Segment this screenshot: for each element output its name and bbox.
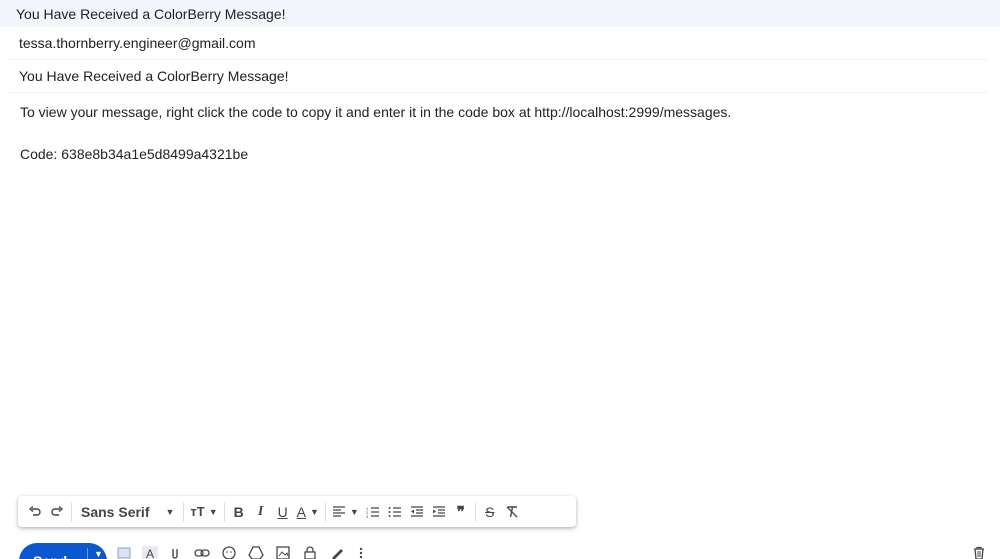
body-blank-line [20,122,980,144]
chevron-down-icon: ▼ [165,506,175,517]
undo-icon[interactable] [24,499,46,525]
body-instructions: To view your message, right click the co… [20,104,732,120]
font-family-label: Sans Serif [81,503,150,520]
toolbar-divider [183,501,185,522]
svg-text:3: 3 [366,514,369,518]
chevron-down-icon[interactable]: ▼ [88,543,103,559]
recipient-chip[interactable]: tessa.thornberry.engineer@gmail.com [19,35,256,51]
more-options-icon[interactable] [358,546,364,559]
chevron-down-icon: ▼ [309,506,319,517]
confidential-icon[interactable] [303,546,317,559]
text-format-icon[interactable]: A [142,546,159,559]
italic-button[interactable]: I [250,499,272,525]
compose-title-bar[interactable]: You Have Received a ColorBerry Message! [0,0,1000,27]
toolbar-divider [71,501,72,522]
chevron-down-icon: ▼ [208,506,218,517]
recipients-field[interactable]: tessa.thornberry.engineer@gmail.com [8,27,988,60]
message-body[interactable]: To view your message, right click the co… [20,102,980,164]
indent-less-icon[interactable] [406,499,428,525]
strikethrough-icon[interactable]: S [479,499,501,525]
compose-title: You Have Received a ColorBerry Message! [16,5,286,22]
body-code: Code: 638e8b34a1e5d8499a4321be [20,146,249,162]
photo-icon[interactable] [276,546,290,559]
text-color-letter: A [296,503,306,520]
text-size-icon[interactable]: тT ▼ [187,499,220,525]
formatting-toggle-icon[interactable] [117,546,131,559]
underline-button[interactable]: U [272,499,294,525]
bold-button[interactable]: B [228,499,250,525]
drive-icon[interactable] [248,546,264,559]
emoji-icon[interactable] [222,546,236,559]
redo-icon[interactable] [46,499,68,525]
quote-icon[interactable]: ❞ [450,499,472,525]
chevron-down-icon: ▼ [349,506,359,517]
remove-formatting-icon[interactable] [501,499,523,525]
align-icon[interactable]: ▼ [329,499,362,525]
trash-icon[interactable] [972,546,986,559]
font-family-select[interactable]: Sans Serif ▼ [75,499,180,525]
toolbar-divider [474,501,476,522]
send-button[interactable]: Send ▼ [19,543,107,559]
send-label: Send [19,543,87,559]
toolbar-divider [223,501,225,522]
link-icon[interactable] [194,546,210,559]
bulleted-list-icon[interactable] [384,499,406,525]
text-color-button[interactable]: A ▼ [294,499,322,525]
numbered-list-icon[interactable]: 123 [362,499,384,525]
attach-icon[interactable] [170,546,180,559]
compose-action-bar: Send ▼ A [0,537,1000,559]
subject-text: You Have Received a ColorBerry Message! [19,68,289,84]
toolbar-divider [324,501,326,522]
indent-more-icon[interactable] [428,499,450,525]
formatting-toolbar: Sans Serif ▼ тT ▼ B I U A ▼ ▼ 123 ❞ S [18,496,576,527]
signature-icon[interactable] [330,546,344,559]
subject-field[interactable]: You Have Received a ColorBerry Message! [8,60,988,93]
